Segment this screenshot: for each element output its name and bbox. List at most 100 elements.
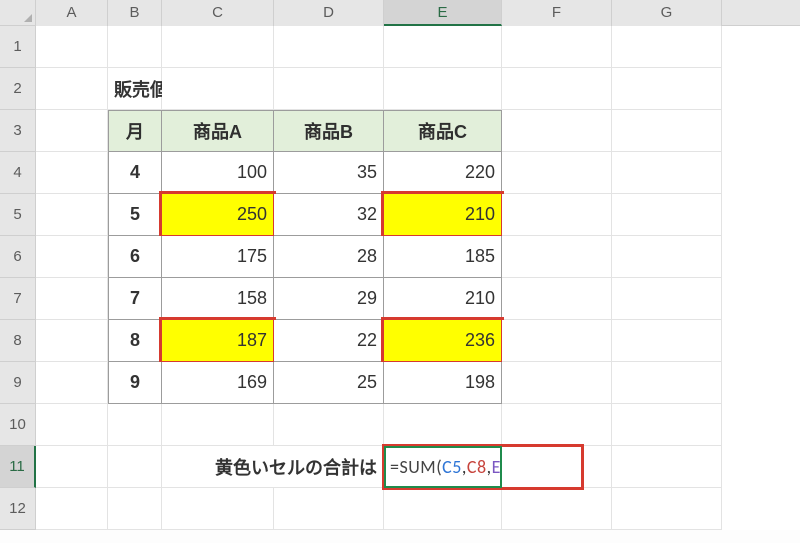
cell-G2[interactable] (612, 68, 722, 110)
cell-E7[interactable]: 210 (384, 278, 502, 320)
cell-C7[interactable]: 158 (162, 278, 274, 320)
cell-B12[interactable] (108, 488, 162, 530)
cell-C5[interactable]: 250 (162, 194, 274, 236)
cell-E1[interactable] (384, 26, 502, 68)
row-header-2[interactable]: 2 (0, 68, 36, 110)
cell-C10[interactable] (162, 404, 274, 446)
row-header-10[interactable]: 10 (0, 404, 36, 446)
cell-B5[interactable]: 5 (108, 194, 162, 236)
cell-E3-header-prodC[interactable]: 商品C (384, 110, 502, 152)
cell-B9[interactable]: 9 (108, 362, 162, 404)
cell-F7[interactable] (502, 278, 612, 320)
cell-G8[interactable] (612, 320, 722, 362)
cell-C8[interactable]: 187 (162, 320, 274, 362)
cell-CD11-label[interactable]: 黄色いセルの合計は (162, 446, 384, 488)
col-header-B[interactable]: B (108, 0, 162, 26)
cell-D2[interactable] (274, 68, 384, 110)
cell-C9[interactable]: 169 (162, 362, 274, 404)
cell-E11-formula[interactable]: =SUM(C5,C8,E5,E8) (384, 446, 502, 488)
cell-B4[interactable]: 4 (108, 152, 162, 194)
cell-D6[interactable]: 28 (274, 236, 384, 278)
cell-A8[interactable] (36, 320, 108, 362)
cell-C4[interactable]: 100 (162, 152, 274, 194)
cell-G7[interactable] (612, 278, 722, 320)
row-header-7[interactable]: 7 (0, 278, 36, 320)
cell-B7[interactable]: 7 (108, 278, 162, 320)
row-header-12[interactable]: 12 (0, 488, 36, 530)
cell-F8[interactable] (502, 320, 612, 362)
cell-B1[interactable] (108, 26, 162, 68)
cell-D7[interactable]: 29 (274, 278, 384, 320)
cell-G3[interactable] (612, 110, 722, 152)
cell-E5[interactable]: 210 (384, 194, 502, 236)
cell-D4[interactable]: 35 (274, 152, 384, 194)
cell-C1[interactable] (162, 26, 274, 68)
cell-B6[interactable]: 6 (108, 236, 162, 278)
cell-E6[interactable]: 185 (384, 236, 502, 278)
row-header-1[interactable]: 1 (0, 26, 36, 68)
cell-C2[interactable] (162, 68, 274, 110)
row-header-9[interactable]: 9 (0, 362, 36, 404)
cell-C12[interactable] (162, 488, 274, 530)
col-header-C[interactable]: C (162, 0, 274, 26)
cell-G12[interactable] (612, 488, 722, 530)
cell-D1[interactable] (274, 26, 384, 68)
col-header-E[interactable]: E (384, 0, 502, 26)
cell-F9[interactable] (502, 362, 612, 404)
cell-F11[interactable] (502, 446, 612, 488)
col-header-A[interactable]: A (36, 0, 108, 26)
col-header-F[interactable]: F (502, 0, 612, 26)
cell-G5[interactable] (612, 194, 722, 236)
col-header-G[interactable]: G (612, 0, 722, 26)
cell-A1[interactable] (36, 26, 108, 68)
cell-A7[interactable] (36, 278, 108, 320)
cell-E4[interactable]: 220 (384, 152, 502, 194)
row-header-6[interactable]: 6 (0, 236, 36, 278)
row-header-3[interactable]: 3 (0, 110, 36, 152)
cell-B11[interactable] (108, 446, 162, 488)
cell-D12[interactable] (274, 488, 384, 530)
cell-C6[interactable]: 175 (162, 236, 274, 278)
cell-G9[interactable] (612, 362, 722, 404)
cell-F6[interactable] (502, 236, 612, 278)
cell-F3[interactable] (502, 110, 612, 152)
cell-A10[interactable] (36, 404, 108, 446)
cell-G10[interactable] (612, 404, 722, 446)
cell-A12[interactable] (36, 488, 108, 530)
cell-G6[interactable] (612, 236, 722, 278)
row-header-5[interactable]: 5 (0, 194, 36, 236)
cell-B10[interactable] (108, 404, 162, 446)
cell-A9[interactable] (36, 362, 108, 404)
cell-E8[interactable]: 236 (384, 320, 502, 362)
cell-A2[interactable] (36, 68, 108, 110)
cell-F4[interactable] (502, 152, 612, 194)
row-header-4[interactable]: 4 (0, 152, 36, 194)
cell-D8[interactable]: 22 (274, 320, 384, 362)
cell-D5[interactable]: 32 (274, 194, 384, 236)
cell-A3[interactable] (36, 110, 108, 152)
cell-A5[interactable] (36, 194, 108, 236)
cell-C3-header-prodA[interactable]: 商品A (162, 110, 274, 152)
cell-F5[interactable] (502, 194, 612, 236)
cell-G4[interactable] (612, 152, 722, 194)
cell-F1[interactable] (502, 26, 612, 68)
cell-B3-header-month[interactable]: 月 (108, 110, 162, 152)
cell-D3-header-prodB[interactable]: 商品B (274, 110, 384, 152)
cell-D9[interactable]: 25 (274, 362, 384, 404)
cell-E12[interactable] (384, 488, 502, 530)
cell-F2[interactable] (502, 68, 612, 110)
row-header-11[interactable]: 11 (0, 446, 36, 488)
cell-D10[interactable] (274, 404, 384, 446)
cell-G11[interactable] (612, 446, 722, 488)
col-header-D[interactable]: D (274, 0, 384, 26)
cell-E2[interactable] (384, 68, 502, 110)
spreadsheet[interactable]: A B C D E F G 1 2 販売個数 (0, 0, 800, 530)
cell-A6[interactable] (36, 236, 108, 278)
cell-F12[interactable] (502, 488, 612, 530)
cell-E10[interactable] (384, 404, 502, 446)
cell-B8[interactable]: 8 (108, 320, 162, 362)
cell-F10[interactable] (502, 404, 612, 446)
cell-G1[interactable] (612, 26, 722, 68)
row-header-8[interactable]: 8 (0, 320, 36, 362)
select-all-corner[interactable] (0, 0, 36, 26)
